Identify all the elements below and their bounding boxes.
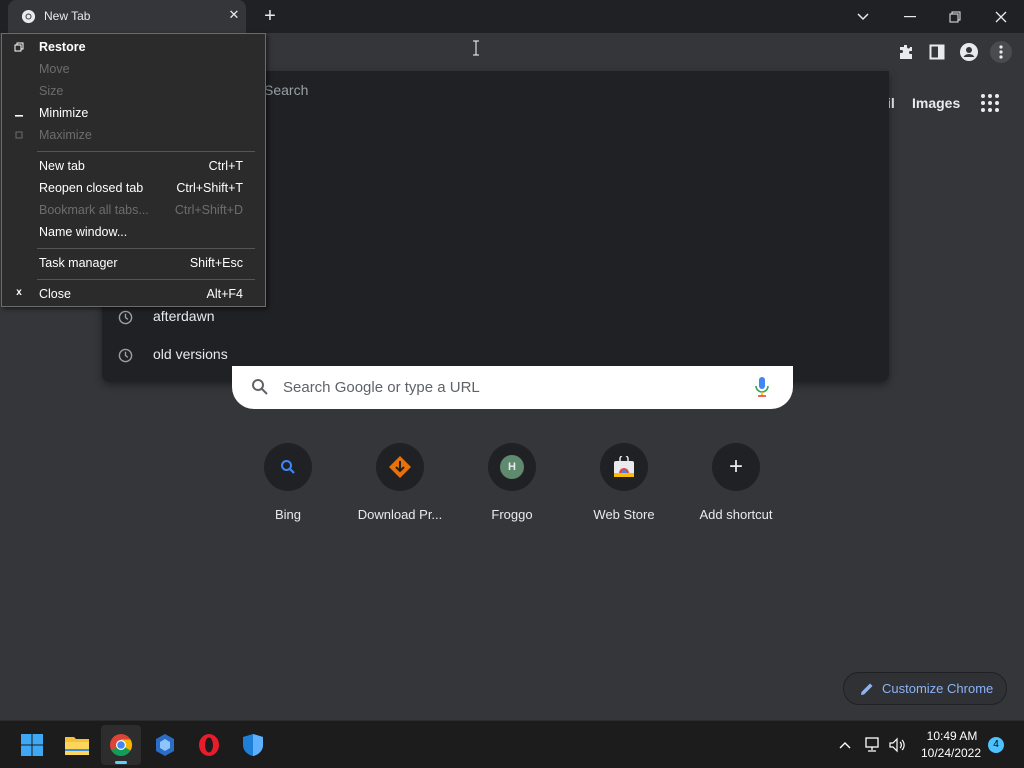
menu-label: Size: [39, 84, 64, 98]
opera-icon[interactable]: [189, 725, 229, 765]
windows-security-icon[interactable]: [233, 725, 273, 765]
shortcut-label: Web Store: [593, 507, 655, 522]
menu-label: Task manager: [39, 256, 118, 270]
menu-separator: [37, 248, 255, 249]
close-window-button[interactable]: [978, 0, 1024, 33]
text-cursor-icon: [473, 40, 479, 56]
new-tab-button[interactable]: +: [259, 6, 281, 28]
pencil-icon: [861, 683, 873, 695]
menu-shortcut: Ctrl+T: [208, 159, 243, 173]
chrome-favicon-icon: [21, 9, 36, 24]
google-search-box[interactable]: [232, 366, 793, 409]
start-icon[interactable]: [12, 725, 52, 765]
suggestion-text: afterdawn: [153, 308, 215, 324]
tab-search-chevron-icon[interactable]: [840, 0, 886, 33]
menu-label: Bookmark all tabs...: [39, 203, 149, 217]
shortcut-label: Froggo: [491, 507, 533, 522]
web-store-icon: [600, 443, 648, 491]
tab-title: New Tab: [44, 9, 91, 23]
froggo-avatar-icon: H: [488, 443, 536, 491]
menu-shortcut: Ctrl+Shift+T: [176, 181, 243, 195]
title-bar: New Tab ✕ +: [0, 0, 1024, 33]
menu-item-maximize[interactable]: Maximize: [2, 124, 265, 146]
menu-label: Maximize: [39, 128, 92, 142]
shortcut-tile[interactable]: Bing: [232, 441, 344, 531]
close-icon: x: [16, 287, 22, 298]
file-explorer-icon[interactable]: [57, 725, 97, 765]
notification-badge[interactable]: 4: [988, 737, 1004, 753]
customize-chrome-label: Customize Chrome: [882, 681, 994, 696]
azure-data-studio-icon[interactable]: [145, 725, 185, 765]
chrome-menu-icon[interactable]: [990, 41, 1012, 63]
customize-chrome-button[interactable]: Customize Chrome: [843, 672, 1007, 705]
shortcut-tile[interactable]: Download Pr...: [344, 441, 456, 531]
shortcut-label: Download Pr...: [357, 507, 443, 522]
menu-separator: [37, 151, 255, 152]
side-panel-icon[interactable]: [926, 41, 948, 63]
menu-shortcut: Shift+Esc: [189, 256, 243, 270]
tab-new-tab[interactable]: New Tab ✕: [8, 0, 246, 33]
show-hidden-icons-chevron-icon[interactable]: [835, 735, 855, 755]
menu-item-minimize[interactable]: Minimize: [2, 102, 265, 124]
minimize-window-button[interactable]: [887, 0, 933, 33]
window-system-menu: Restore Move Size Minimize Maximize New …: [1, 33, 266, 307]
extensions-icon[interactable]: [895, 41, 917, 63]
tab-close-icon[interactable]: ✕: [226, 7, 242, 23]
menu-label: Name window...: [39, 225, 128, 239]
menu-label: Close: [39, 287, 71, 301]
network-icon[interactable]: [862, 735, 882, 755]
search-icon: [252, 379, 268, 395]
menu-label: Move: [39, 62, 70, 76]
plus-glyph: +: [728, 453, 743, 480]
chrome-icon[interactable]: [101, 725, 141, 765]
menu-label: Reopen closed tab: [39, 181, 144, 195]
shortcut-label: Add shortcut: [699, 507, 773, 522]
menu-shortcut: Alt+F4: [206, 287, 243, 301]
history-icon: [118, 348, 133, 363]
search-input[interactable]: [283, 376, 743, 398]
maximize-icon: [15, 131, 23, 139]
history-icon: [118, 310, 133, 325]
froggo-letter: H: [500, 455, 524, 479]
menu-item-move[interactable]: Move: [2, 58, 265, 80]
microphone-icon[interactable]: [755, 377, 769, 397]
menu-label: Minimize: [39, 106, 89, 120]
menu-item-reopen-closed-tab[interactable]: Reopen closed tab Ctrl+Shift+T: [2, 177, 265, 199]
menu-shortcut: Ctrl+Shift+D: [174, 203, 243, 217]
download-icon: [376, 443, 424, 491]
menu-item-close[interactable]: x Close Alt+F4: [2, 283, 265, 305]
menu-item-new-tab[interactable]: New tab Ctrl+T: [2, 155, 265, 177]
minimize-icon: [15, 115, 23, 117]
bing-search-icon: [264, 443, 312, 491]
windows-taskbar: 10:49 AM 10/24/2022 4: [0, 720, 1024, 768]
volume-icon[interactable]: [887, 735, 907, 755]
menu-item-name-window[interactable]: Name window...: [2, 221, 265, 243]
profile-avatar-icon[interactable]: [958, 41, 980, 63]
restore-window-button[interactable]: [932, 0, 978, 33]
add-shortcut-tile[interactable]: + Add shortcut: [680, 441, 792, 531]
taskbar-time[interactable]: 10:49 AM: [922, 729, 982, 743]
restore-icon: [14, 42, 24, 52]
shortcut-label: Bing: [274, 507, 302, 522]
menu-item-size[interactable]: Size: [2, 80, 265, 102]
google-apps-icon[interactable]: [980, 93, 1000, 113]
menu-item-task-manager[interactable]: Task manager Shift+Esc: [2, 252, 265, 274]
active-app-indicator: [115, 761, 127, 764]
omnibox-search-label: Search: [264, 82, 309, 98]
menu-label: Restore: [39, 40, 86, 54]
shortcut-tile[interactable]: H Froggo: [456, 441, 568, 531]
menu-separator: [37, 279, 255, 280]
menu-label: New tab: [39, 159, 85, 173]
taskbar-date[interactable]: 10/24/2022: [916, 746, 986, 760]
menu-item-restore[interactable]: Restore: [2, 36, 265, 58]
images-link[interactable]: Images: [912, 95, 960, 111]
menu-item-bookmark-all-tabs[interactable]: Bookmark all tabs... Ctrl+Shift+D: [2, 199, 265, 221]
suggestion-text: old versions: [153, 346, 228, 362]
plus-icon: +: [712, 443, 760, 491]
shortcut-tile[interactable]: Web Store: [568, 441, 680, 531]
